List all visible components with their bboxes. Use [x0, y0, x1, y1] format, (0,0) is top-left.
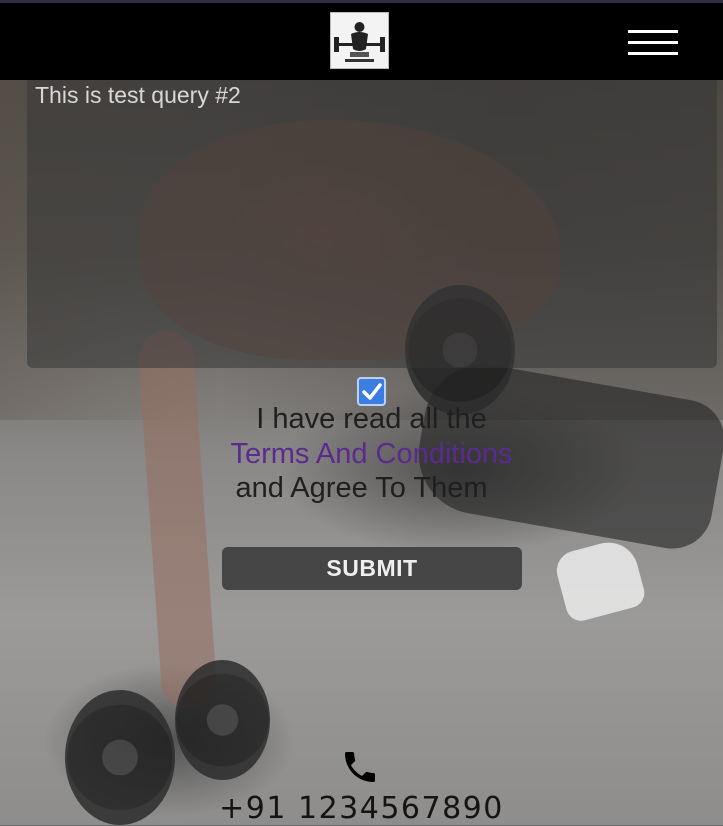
dumbbell-plate-bottom-right: [175, 660, 270, 780]
agree-text-line2: and Agree To Them: [235, 472, 488, 504]
checkmark-icon: [361, 382, 382, 400]
phone-icon: [340, 747, 380, 787]
athlete-shoe: [552, 535, 648, 625]
phone-number[interactable]: +91 1234567890: [0, 791, 723, 826]
submit-button[interactable]: SUBMIT: [222, 547, 522, 590]
agree-text-line1: I have read all the: [256, 403, 487, 435]
menu-bar: [628, 41, 678, 44]
menu-bar: [628, 52, 678, 55]
gym-logo-icon[interactable]: [330, 12, 389, 69]
hamburger-menu-icon[interactable]: [628, 28, 678, 58]
menu-bar: [628, 30, 678, 33]
terms-link[interactable]: Terms And Conditions: [0, 438, 723, 471]
navbar: [0, 0, 723, 80]
query-textarea[interactable]: This is test query #2: [27, 80, 717, 368]
agree-checkbox[interactable]: [357, 377, 386, 406]
